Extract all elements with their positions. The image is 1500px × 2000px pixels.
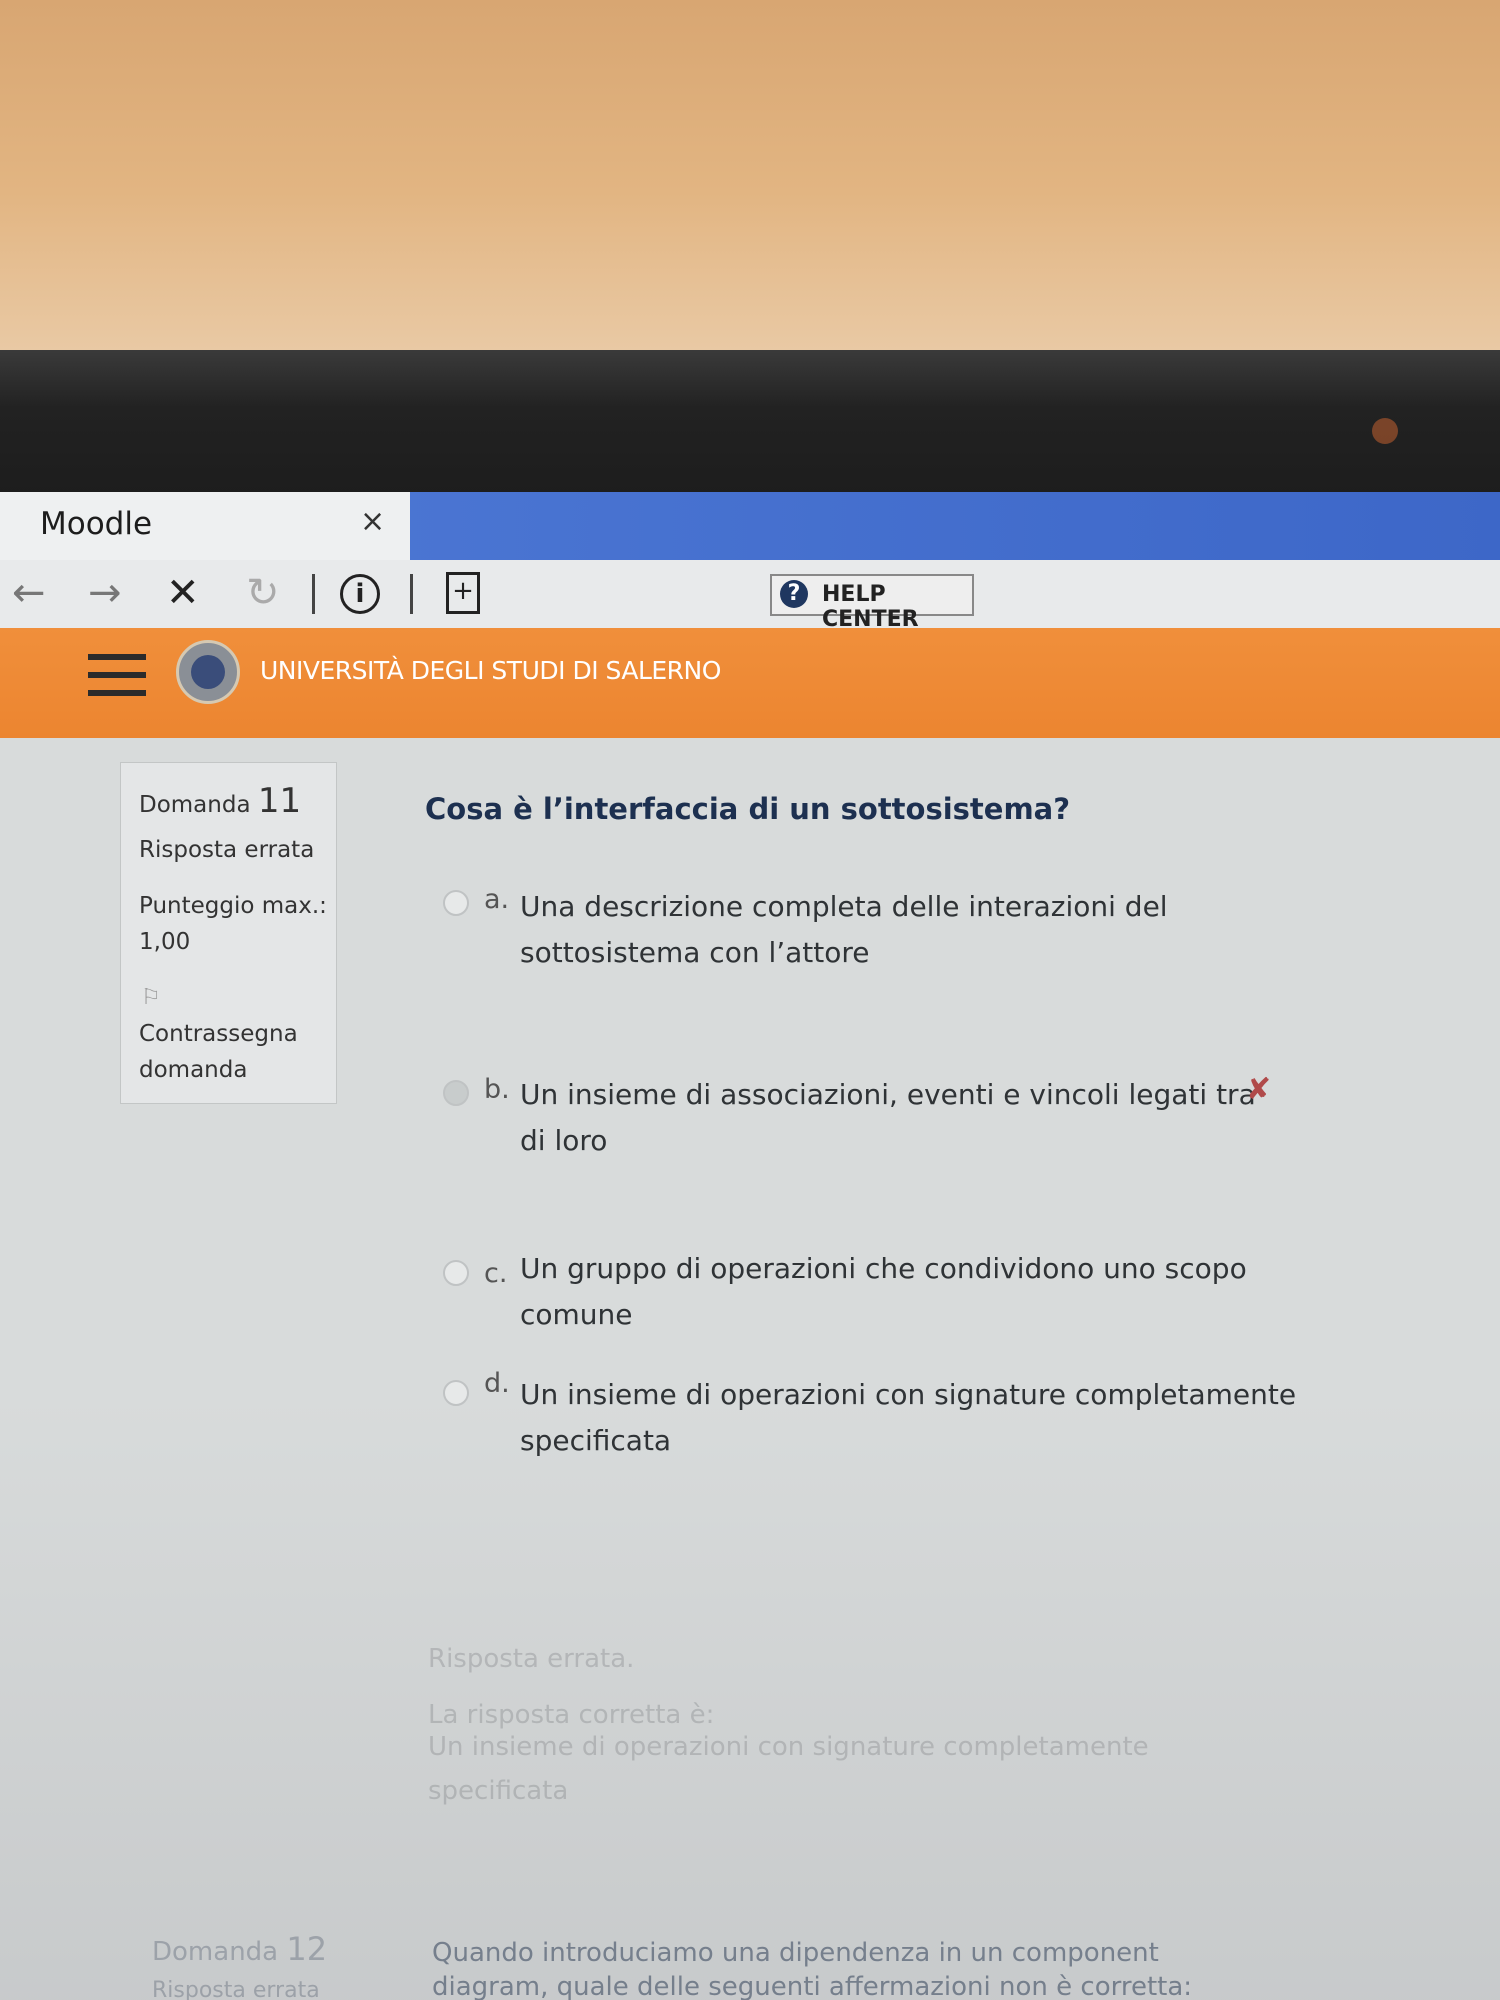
browser-tab[interactable]: Moodle × xyxy=(0,492,410,560)
next-question-text-line1: Quando introduciamo una dipendenza in un… xyxy=(432,1938,1159,1968)
stop-loading-icon[interactable]: ✕ xyxy=(166,570,200,616)
reload-icon[interactable]: ↻ xyxy=(246,570,280,616)
info-icon[interactable]: i xyxy=(340,574,380,614)
question-info-panel: Domanda 11 Risposta errata Punteggio max… xyxy=(120,762,337,1104)
answer-letter-c: c. xyxy=(484,1258,508,1289)
max-score-value: 1,00 xyxy=(139,929,191,955)
max-score-label: Punteggio max.: xyxy=(139,893,327,919)
flag-question-link[interactable]: domanda xyxy=(139,1057,247,1083)
answer-letter-a: a. xyxy=(484,884,510,915)
answer-text-a-line2: sottosistema con l’attore xyxy=(520,936,870,969)
correct-answer-label: La risposta corretta è: xyxy=(428,1700,715,1730)
flag-icon[interactable]: ⚐ xyxy=(141,985,161,1010)
next-question-number: 12 xyxy=(286,1930,328,1968)
feedback-status: Risposta errata. xyxy=(428,1644,635,1674)
monitor-led xyxy=(1372,418,1398,444)
question-text: Cosa è l’interfaccia di un sottosistema? xyxy=(425,792,1071,826)
tab-title: Moodle xyxy=(40,506,153,542)
answer-text-d-line2: specificata xyxy=(520,1424,672,1457)
tab-close-icon[interactable]: × xyxy=(360,504,385,539)
help-center-button[interactable]: ? HELP CENTER xyxy=(770,574,974,632)
wall-background xyxy=(0,0,1500,350)
back-arrow-icon[interactable]: ← xyxy=(12,570,46,616)
answer-text-c-line2: comune xyxy=(520,1298,633,1331)
question-number-line: Domanda 11 xyxy=(139,781,301,821)
browser-tab-bar: Moodle × xyxy=(0,492,1500,560)
university-name: UNIVERSITÀ DEGLI STUDI DI SALERNO xyxy=(260,656,721,685)
site-header: UNIVERSITÀ DEGLI STUDI DI SALERNO xyxy=(0,628,1500,738)
question-state: Risposta errata xyxy=(139,837,315,863)
monitor-bezel xyxy=(0,350,1500,495)
toolbar-separator xyxy=(410,574,413,614)
help-icon: ? xyxy=(780,580,808,608)
correct-answer-line2: specificata xyxy=(428,1776,569,1806)
correct-answer-line1: Un insieme di operazioni con signature c… xyxy=(428,1732,1149,1762)
add-document-icon[interactable]: + xyxy=(446,572,480,614)
answer-letter-d: d. xyxy=(484,1368,510,1399)
answer-option-d[interactable]: Un insieme di operazioni con signature c… xyxy=(520,1372,1296,1464)
answer-radio-d[interactable] xyxy=(443,1380,469,1406)
monitor-screen: Moodle × ← → ✕ ↻ i + ? HELP CENTER UNIVE… xyxy=(0,492,1500,2000)
next-question-label: Domanda xyxy=(152,1937,279,1967)
wrong-answer-icon: ✘ xyxy=(1246,1072,1272,1107)
next-question-number-line: Domanda 12 xyxy=(152,1930,327,1968)
answer-radio-b[interactable] xyxy=(443,1080,469,1106)
answer-radio-a[interactable] xyxy=(443,890,469,916)
answer-option-c[interactable]: Un gruppo di operazioni che condividono … xyxy=(520,1246,1247,1338)
flag-question-link[interactable]: Contrassegna xyxy=(139,1021,298,1047)
next-question-state: Risposta errata xyxy=(152,1978,320,2000)
question-label: Domanda xyxy=(139,792,251,818)
answer-letter-b: b. xyxy=(484,1074,510,1105)
answer-option-b[interactable]: Un insieme di associazioni, eventi e vin… xyxy=(520,1072,1256,1164)
answer-option-a[interactable]: Una descrizione completa delle interazio… xyxy=(520,884,1168,976)
help-center-label: HELP CENTER xyxy=(822,582,919,632)
hamburger-menu-icon[interactable] xyxy=(88,654,146,696)
browser-toolbar: ← → ✕ ↻ i + xyxy=(0,560,1500,629)
forward-arrow-icon[interactable]: → xyxy=(88,570,122,616)
next-question-text-line2: diagram, quale delle seguenti affermazio… xyxy=(432,1972,1193,2000)
answer-text-d-line1: Un insieme di operazioni con signature c… xyxy=(520,1378,1297,1411)
answer-radio-c[interactable] xyxy=(443,1260,469,1286)
answer-text-b-line2: di loro xyxy=(520,1124,608,1157)
university-seal-logo xyxy=(176,640,240,704)
toolbar-separator xyxy=(312,574,315,614)
answer-text-b-line1: Un insieme di associazioni, eventi e vin… xyxy=(520,1078,1256,1111)
answer-text-c-line1: Un gruppo di operazioni che condividono … xyxy=(520,1252,1247,1285)
answer-text-a-line1: Una descrizione completa delle interazio… xyxy=(520,890,1168,923)
question-number: 11 xyxy=(257,781,302,821)
